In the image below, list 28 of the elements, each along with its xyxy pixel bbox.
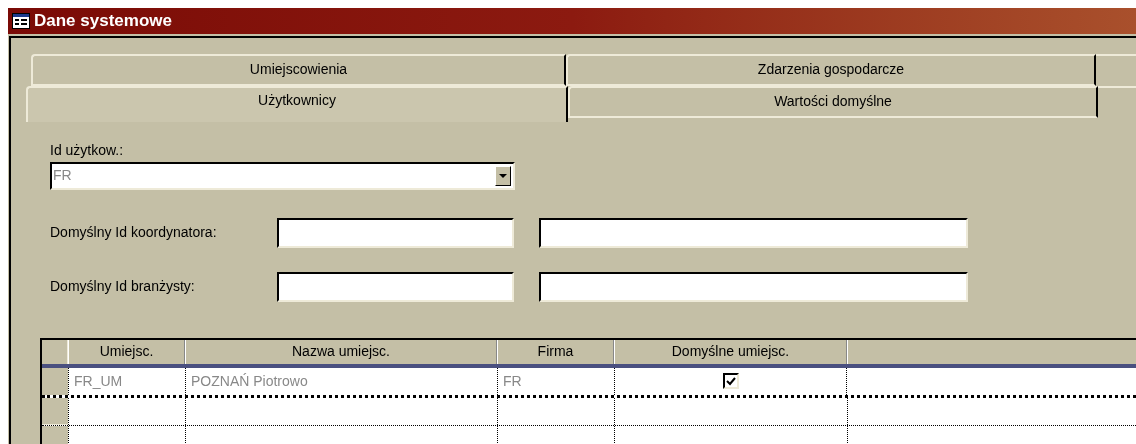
- input-field[interactable]: [539, 271, 968, 302]
- window-title: Dane systemowe: [34, 10, 172, 32]
- caret-icon: [499, 173, 507, 178]
- tab[interactable]: Zdarzenia gospodarcze: [566, 53, 1096, 86]
- column-header[interactable]: Domyślne umiejsc.: [614, 339, 847, 364]
- field-label: Domyślny Id koordynatora:: [50, 223, 218, 242]
- checkbox[interactable]: [722, 373, 739, 389]
- field-label: Id użytkow.:: [50, 140, 125, 160]
- input-field[interactable]: [277, 217, 514, 248]
- dropdown-button[interactable]: [495, 165, 511, 186]
- check-icon: [725, 376, 736, 386]
- input-field[interactable]: [277, 271, 514, 302]
- tab[interactable]: Umiejscowienia: [31, 53, 566, 86]
- column-header[interactable]: Umiejsc.: [68, 339, 185, 364]
- column-header[interactable]: Firma: [497, 339, 614, 364]
- table-cell: FR_UM: [68, 367, 185, 395]
- form-icon: [12, 12, 30, 29]
- combo-value: FR: [52, 166, 73, 185]
- table-cell: FR: [497, 367, 614, 395]
- table-cell: POZNAŃ Piotrowo: [185, 367, 497, 395]
- field-label: Domyślny Id branżysty:: [50, 277, 196, 296]
- row-selector[interactable]: [42, 367, 68, 395]
- column-header[interactable]: Nazwa umiejsc.: [185, 339, 497, 364]
- empty-row[interactable]: [42, 397, 1136, 426]
- tab[interactable]: Użytkownicy: [26, 85, 568, 122]
- input-field[interactable]: [539, 217, 968, 248]
- tab[interactable]: Wartości domyślne: [568, 85, 1098, 118]
- user-id-combo[interactable]: FR: [50, 161, 515, 190]
